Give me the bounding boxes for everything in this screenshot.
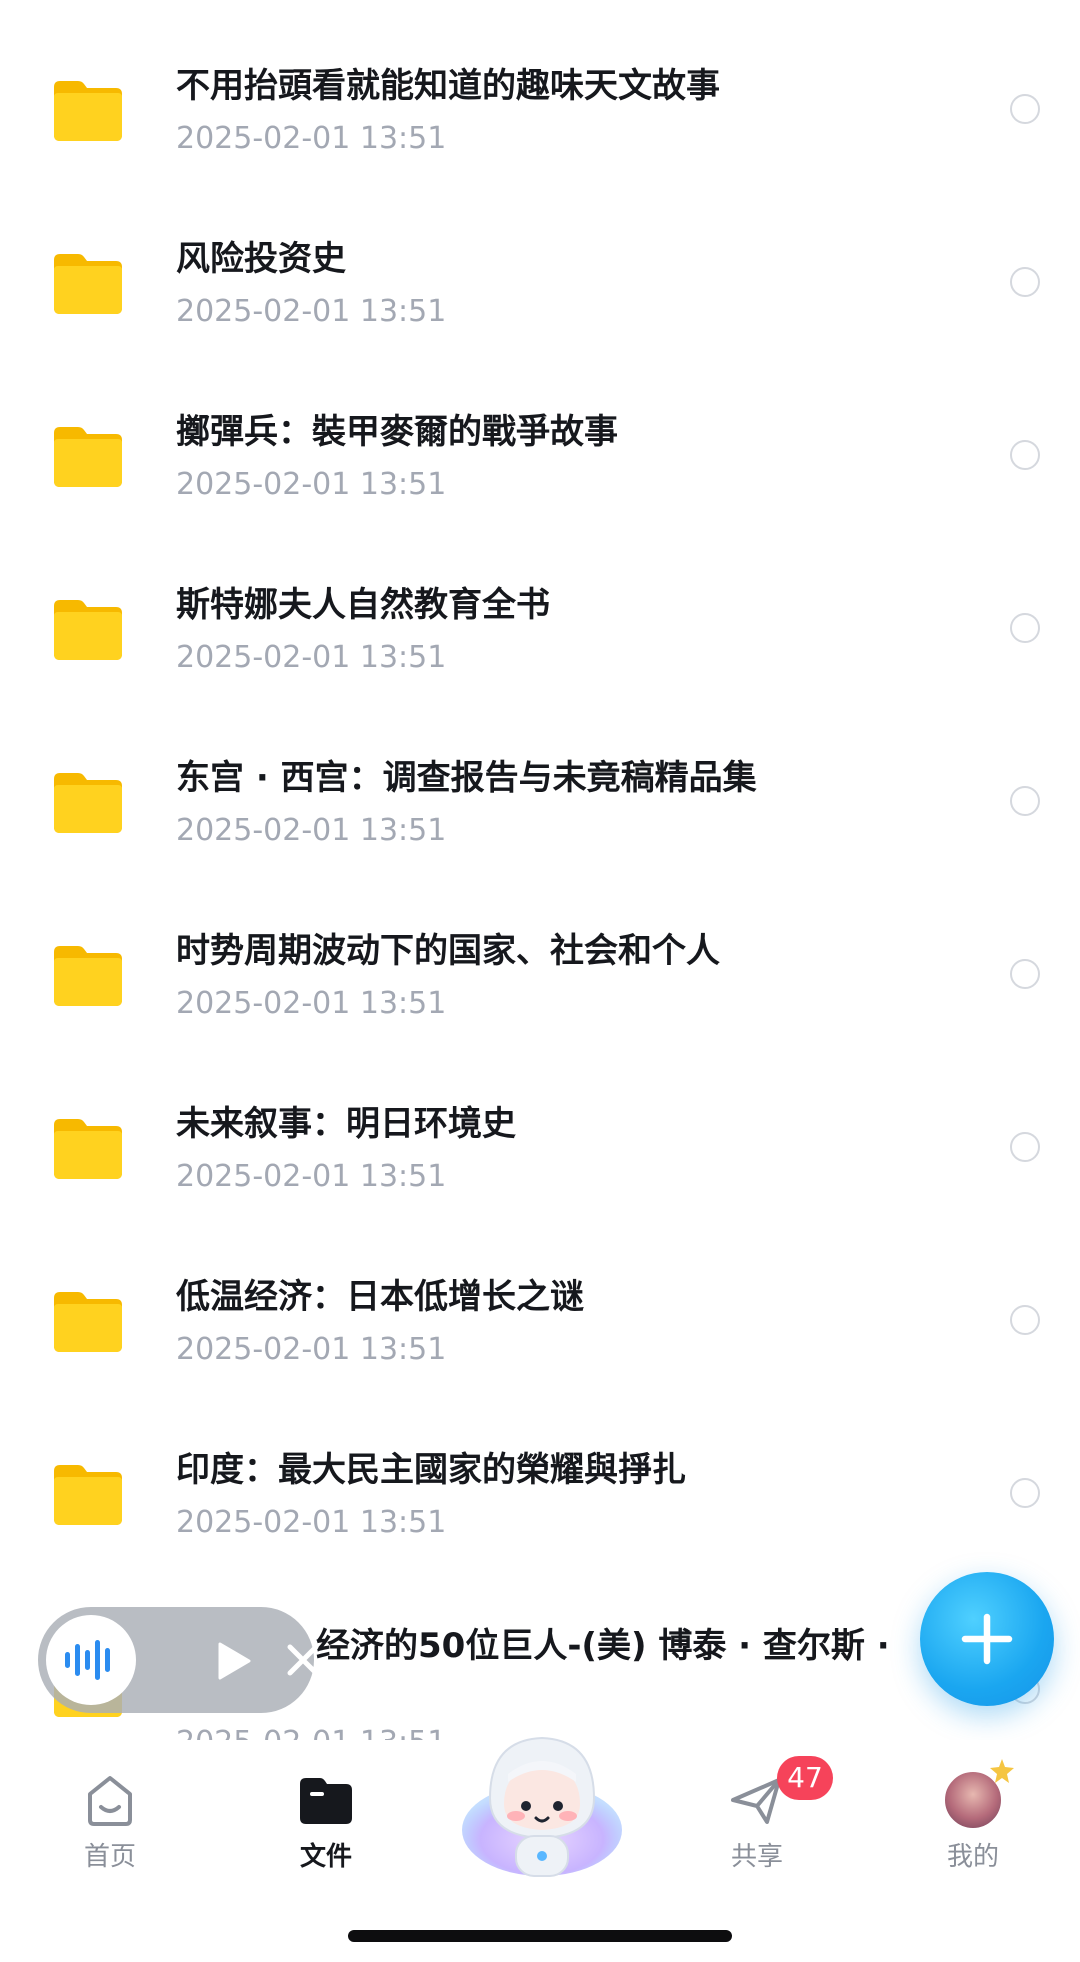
file-name: 低温经济：日本低增长之谜	[176, 1277, 584, 1317]
file-name: 印度：最大民主國家的榮耀與掙扎	[176, 1450, 686, 1490]
file-row[interactable]: 斯特娜夫人自然教育全书 2025-02-01 13:51	[0, 519, 1080, 692]
folder-icon	[296, 1770, 356, 1830]
file-name: 风险投资史	[176, 239, 346, 279]
nav-home-label: 首页	[83, 1842, 136, 1872]
file-row[interactable]: 东宫 · 西宫：调查报告与未竟稿精品集 2025-02-01 13:51	[0, 692, 1080, 865]
home-indicator[interactable]	[348, 1930, 732, 1942]
assistant-mascot-icon[interactable]	[450, 1718, 634, 1884]
file-row[interactable]: 不用抬頭看就能知道的趣味天文故事 2025-02-01 13:51	[0, 0, 1080, 173]
file-name: 时势周期波动下的国家、社会和个人	[176, 931, 720, 971]
select-radio[interactable]	[1010, 440, 1040, 470]
file-row[interactable]: 擲彈兵：裝甲麥爾的戰爭故事 2025-02-01 13:51	[0, 346, 1080, 519]
file-name: 斯特娜夫人自然教育全书	[176, 585, 550, 625]
nav-share[interactable]: 47 共享	[697, 1756, 833, 1890]
mini-player[interactable]	[38, 1607, 319, 1713]
select-radio[interactable]	[1010, 959, 1040, 989]
close-icon[interactable]	[286, 1643, 320, 1677]
select-radio[interactable]	[1010, 786, 1040, 816]
file-row[interactable]: 未来叙事：明日环境史 2025-02-01 13:51	[0, 1038, 1080, 1211]
file-row[interactable]: 风险投资史 2025-02-01 13:51	[0, 173, 1080, 346]
file-name: 经济的50位巨人-(美) 博泰 · 查尔斯 ·	[316, 1626, 890, 1666]
nav-files[interactable]: 文件	[266, 1770, 386, 1890]
folder-icon	[50, 77, 126, 143]
file-date: 2025-02-01 13:51	[176, 294, 447, 329]
folder-icon	[50, 769, 126, 835]
file-date: 2025-02-01 13:51	[176, 1505, 447, 1540]
folder-icon	[50, 423, 126, 489]
add-button[interactable]	[920, 1572, 1054, 1706]
file-date: 2025-02-01 13:51	[176, 640, 447, 675]
audio-wave-icon[interactable]	[46, 1615, 136, 1705]
file-name: 擲彈兵：裝甲麥爾的戰爭故事	[176, 412, 618, 452]
nav-share-label: 共享	[730, 1842, 783, 1872]
nav-files-label: 文件	[299, 1842, 352, 1872]
select-radio[interactable]	[1010, 94, 1040, 124]
select-radio[interactable]	[1010, 1478, 1040, 1508]
select-radio[interactable]	[1010, 1132, 1040, 1162]
file-date: 2025-02-01 13:51	[176, 467, 447, 502]
file-date: 2025-02-01 13:51	[176, 1159, 447, 1194]
file-row[interactable]: 低温经济：日本低增长之谜 2025-02-01 13:51	[0, 1211, 1080, 1384]
file-date: 2025-02-01 13:51	[176, 1332, 447, 1367]
star-icon	[989, 1758, 1015, 1784]
file-name: 未来叙事：明日环境史	[176, 1104, 516, 1144]
file-name: 东宫 · 西宫：调查报告与未竟稿精品集	[176, 758, 757, 798]
folder-icon	[50, 1115, 126, 1181]
folder-icon	[50, 1288, 126, 1354]
file-list-screen: 不用抬頭看就能知道的趣味天文故事 2025-02-01 13:51 风险投资史 …	[0, 0, 1080, 1962]
select-radio[interactable]	[1010, 267, 1040, 297]
select-radio[interactable]	[1010, 1305, 1040, 1335]
nav-home[interactable]: 首页	[50, 1770, 170, 1890]
nav-mine-label: 我的	[946, 1842, 999, 1872]
share-badge: 47	[777, 1756, 833, 1800]
folder-icon	[50, 250, 126, 316]
file-row[interactable]: 印度：最大民主國家的榮耀與掙扎 2025-02-01 13:51	[0, 1384, 1080, 1557]
folder-icon	[50, 942, 126, 1008]
play-icon[interactable]	[216, 1641, 252, 1681]
folder-icon	[50, 1461, 126, 1527]
file-date: 2025-02-01 13:51	[176, 121, 447, 156]
plus-icon	[961, 1613, 1013, 1665]
select-radio[interactable]	[1010, 613, 1040, 643]
file-name: 不用抬頭看就能知道的趣味天文故事	[176, 66, 720, 106]
file-date: 2025-02-01 13:51	[176, 813, 447, 848]
file-row[interactable]: 时势周期波动下的国家、社会和个人 2025-02-01 13:51	[0, 865, 1080, 1038]
home-icon	[80, 1770, 140, 1830]
file-date: 2025-02-01 13:51	[176, 986, 447, 1021]
nav-mine[interactable]: 我的	[913, 1759, 1033, 1890]
folder-icon	[50, 596, 126, 662]
